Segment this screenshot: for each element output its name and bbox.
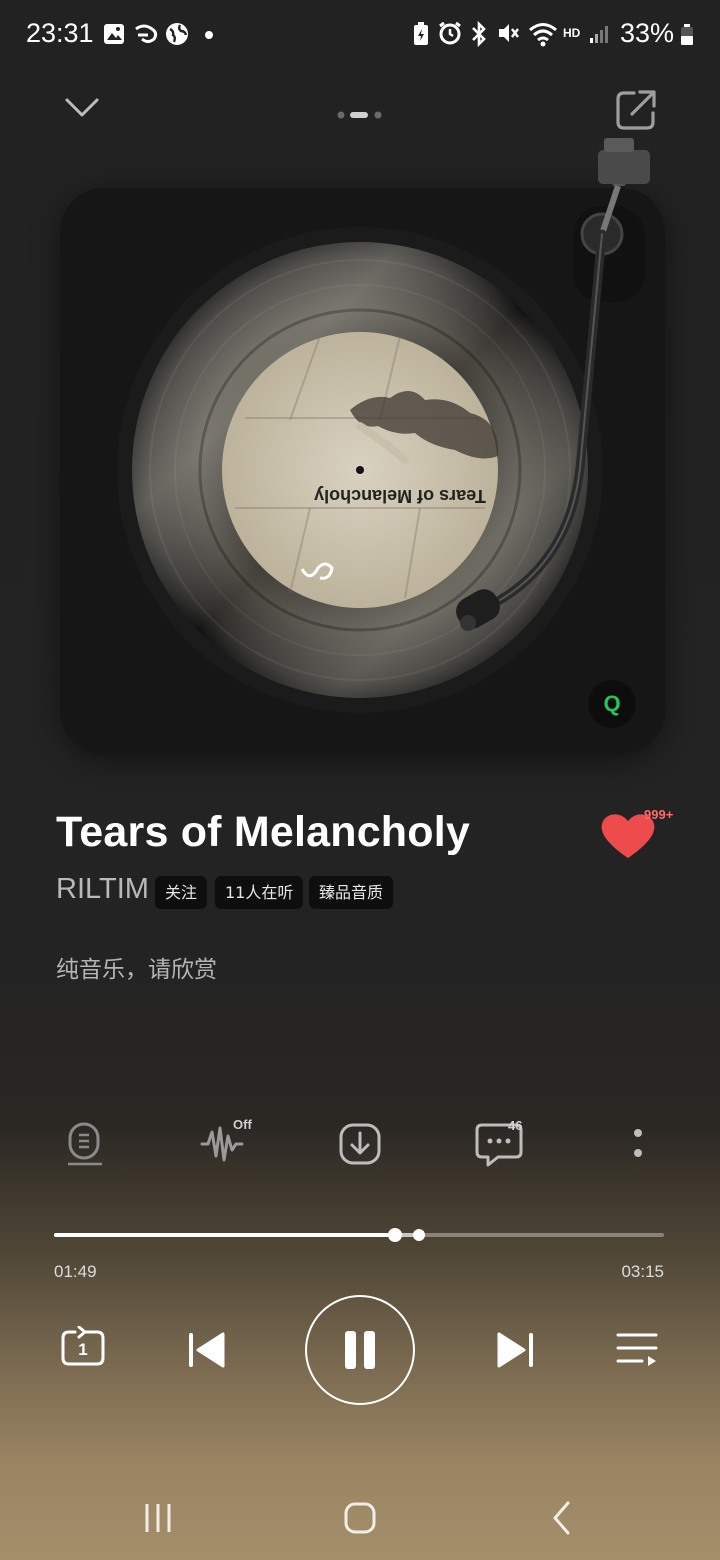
collapse-chevron-down-icon[interactable] [64, 96, 100, 120]
alarm-icon [439, 21, 461, 45]
current-time: 01:49 [54, 1262, 97, 1281]
quality-tag[interactable]: 臻品音质 [309, 876, 394, 909]
repeat-one-badge: 1 [78, 1340, 88, 1359]
repeat-one-button[interactable]: 1 [60, 1325, 106, 1372]
battery-saver-icon [414, 22, 428, 45]
app-notification-icon [135, 24, 158, 43]
page-indicator[interactable] [336, 106, 386, 119]
like-count: 999+ [644, 807, 674, 822]
playlist-icon[interactable] [616, 1330, 660, 1370]
comment-count-badge: 46 [508, 1118, 523, 1133]
dot-icon [205, 31, 213, 39]
previous-track-icon[interactable] [186, 1330, 228, 1370]
quality-badge-label: Q [603, 691, 621, 716]
quality-badge[interactable]: Q [588, 680, 636, 728]
share-icon[interactable] [614, 88, 660, 132]
page-indicator-dots [337, 111, 382, 119]
bluetooth-icon [472, 21, 486, 47]
listeners-tag[interactable]: 11人在听 [215, 876, 304, 909]
back-icon[interactable] [548, 1500, 576, 1536]
network-type-label: HD [563, 26, 581, 40]
follow-tag[interactable]: 关注 [155, 876, 208, 909]
next-track-icon[interactable] [494, 1330, 536, 1370]
recent-apps-icon[interactable] [142, 1500, 174, 1536]
status-bar: 23:31 HD 33% [0, 0, 720, 70]
more-options-icon[interactable] [626, 1124, 676, 1174]
home-icon[interactable] [342, 1500, 378, 1536]
progress-buffer-marker [413, 1229, 426, 1241]
turntable-artwork[interactable]: Tears of Melancholy Q [60, 138, 665, 754]
battery-icon [681, 24, 693, 45]
wifi-icon [529, 23, 557, 47]
pause-button[interactable] [305, 1295, 415, 1405]
download-icon[interactable] [336, 1120, 386, 1170]
progress-played [54, 1233, 395, 1237]
mute-icon [499, 24, 519, 42]
sound-effect-badge: Off [233, 1117, 252, 1132]
pause-icon [345, 1331, 375, 1369]
artist-name[interactable]: RILTIM [56, 873, 149, 906]
progress-bar[interactable] [54, 1228, 664, 1242]
globe-icon [166, 23, 188, 45]
progress-knob[interactable] [387, 1228, 402, 1242]
signal-icon [590, 26, 608, 43]
tonearm [456, 138, 650, 631]
lyrics-icon[interactable] [60, 1118, 110, 1168]
gallery-icon [104, 24, 124, 44]
total-time: 03:15 [621, 1262, 664, 1281]
track-description: 纯音乐，请欣赏 [56, 957, 217, 983]
status-time: 23:31 [26, 18, 94, 48]
track-title: Tears of Melancholy [56, 808, 471, 856]
battery-percent: 33% [619, 18, 674, 48]
